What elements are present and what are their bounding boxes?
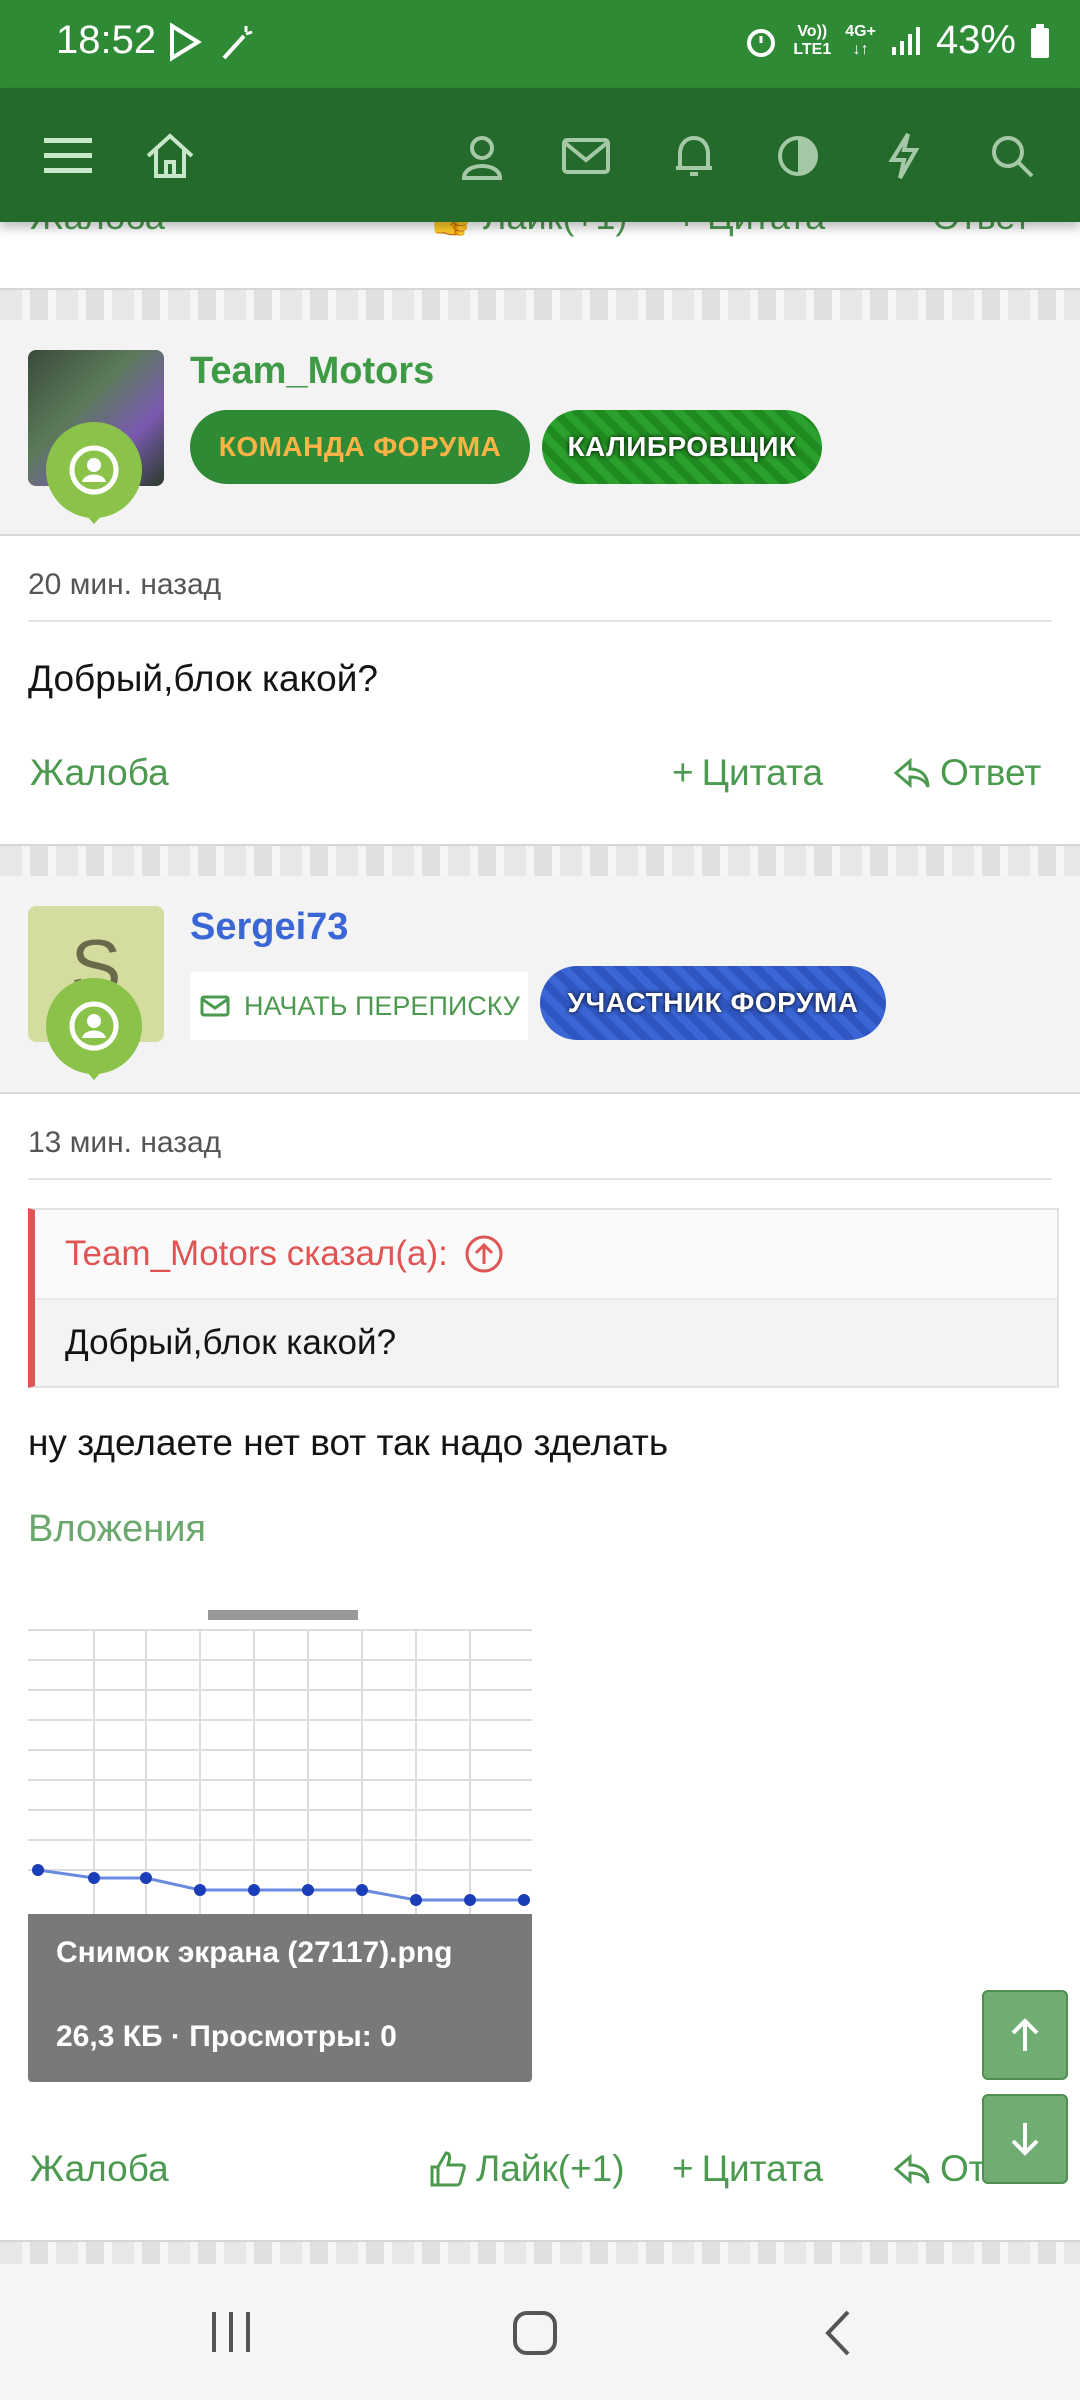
network-type: 4G+ ↓↑ <box>845 22 876 58</box>
avatar[interactable]: S <box>28 906 164 1080</box>
play-store-icon <box>170 22 202 62</box>
lightning-icon[interactable] <box>876 128 932 184</box>
post-body: 13 мин. назад Team_Motors сказал(а): Доб… <box>0 1094 1080 2240</box>
home-icon[interactable] <box>142 128 198 184</box>
post-body: 20 мин. назад Добрый,блок какой? Жалоба … <box>0 536 1080 844</box>
quote-button[interactable]: + Цитата <box>672 2148 823 2190</box>
post-separator <box>0 844 1080 878</box>
reply-button[interactable]: Ответ <box>892 752 1041 794</box>
report-link[interactable]: Жалоба <box>30 2148 169 2190</box>
clock: 18:52 <box>56 18 157 62</box>
plus-icon: + <box>672 2148 694 2189</box>
role-badge-member: УЧАСТНИК ФОРУМА <box>540 966 886 1040</box>
username[interactable]: Team_Motors <box>190 350 434 393</box>
post-message: Добрый,блок какой? <box>28 658 378 699</box>
post-header: S Sergei73 НАЧАТЬ ПЕРЕПИСКУ УЧАСТНИК ФОР… <box>0 876 1080 1094</box>
arrow-up-circle-icon[interactable] <box>464 1234 504 1274</box>
quote-block: Team_Motors сказал(а): Добрый,блок какой… <box>28 1208 1059 1388</box>
report-link[interactable]: Жалоба <box>30 222 165 238</box>
user-icon[interactable] <box>454 128 510 184</box>
reply-icon <box>893 2153 930 2185</box>
like-button[interactable]: Лайк(+1) <box>428 2148 625 2190</box>
post-actions: Жалоба + Цитата Ответ <box>0 752 1080 812</box>
post-message: ну зделаете нет вот так надо зделать <box>28 1422 669 1463</box>
arrow-down-icon <box>1011 2123 1039 2156</box>
divider <box>28 1178 1052 1180</box>
previous-post-footer: Жалоба 👍 Лайк(+1) + Цитата ↶ Ответ <box>0 222 1080 288</box>
contrast-icon[interactable] <box>770 128 826 184</box>
reply-button[interactable]: ↶ Ответ <box>892 222 1031 238</box>
attachment-info: Снимок экрана (27117).png 26,3 КБ · Прос… <box>28 1914 532 2082</box>
system-nav-bar <box>0 2264 1080 2400</box>
magic-wand-icon <box>222 26 253 60</box>
attachment-thumbnail[interactable]: Снимок экрана (27117).png 26,3 КБ · Прос… <box>28 1580 532 2082</box>
post-time[interactable]: 20 мин. назад <box>28 568 221 602</box>
start-conversation-button[interactable]: НАЧАТЬ ПЕРЕПИСКУ <box>190 972 528 1040</box>
reply-icon <box>893 757 930 789</box>
battery-icon <box>1031 23 1049 58</box>
alarm-icon <box>747 28 776 57</box>
username[interactable]: Sergei73 <box>190 906 348 949</box>
post-separator <box>0 288 1080 322</box>
report-link[interactable]: Жалоба <box>30 752 169 794</box>
recent-apps-icon[interactable] <box>206 2308 256 2356</box>
back-icon[interactable] <box>818 2308 858 2358</box>
post-actions: Жалоба Лайк(+1) +Цитата Ответ <box>0 2148 1080 2208</box>
scroll-up-button[interactable] <box>982 1990 1068 2080</box>
search-icon[interactable] <box>984 128 1040 184</box>
signal-icon <box>891 26 920 55</box>
quote-text: Добрый,блок какой? <box>35 1300 1057 1386</box>
battery-percent: 43% <box>935 18 1016 62</box>
online-badge <box>46 978 142 1080</box>
quote-button[interactable]: + Цитата <box>672 752 823 794</box>
home-nav-icon[interactable] <box>510 2308 560 2358</box>
network-volte: Vo)) LTE1 <box>793 22 832 58</box>
thumbs-up-icon <box>430 2151 466 2187</box>
divider <box>28 620 1052 622</box>
avatar[interactable] <box>28 350 164 524</box>
attachments-title: Вложения <box>28 1508 206 1550</box>
role-badge-team: КОМАНДА ФОРУМА <box>190 410 530 484</box>
attachment-filename: Снимок экрана (27117).png <box>56 1936 453 1969</box>
online-badge <box>46 422 142 524</box>
app-toolbar <box>0 88 1080 222</box>
role-badge-calibrator: КАЛИБРОВЩИК <box>542 410 822 484</box>
post-time[interactable]: 13 мин. назад <box>28 1126 221 1160</box>
menu-icon[interactable] <box>40 128 96 184</box>
plus-icon: + <box>672 752 694 793</box>
bell-icon[interactable] <box>666 128 722 184</box>
mail-icon <box>200 995 230 1017</box>
post-header: Team_Motors КОМАНДА ФОРУМА КАЛИБРОВЩИК <box>0 320 1080 536</box>
quote-author[interactable]: Team_Motors сказал(а): <box>35 1210 1057 1300</box>
attachment-meta: 26,3 КБ · Просмотры: 0 <box>56 2020 397 2053</box>
scroll-down-button[interactable] <box>982 2094 1068 2184</box>
mail-icon[interactable] <box>558 128 614 184</box>
arrow-up-icon <box>1011 2018 1039 2051</box>
quote-button[interactable]: + Цитата <box>676 222 825 238</box>
like-button[interactable]: 👍 Лайк(+1) <box>428 222 627 238</box>
status-bar: 18:52 Vo)) LTE1 4G+ ↓↑ 43% <box>0 0 1080 88</box>
